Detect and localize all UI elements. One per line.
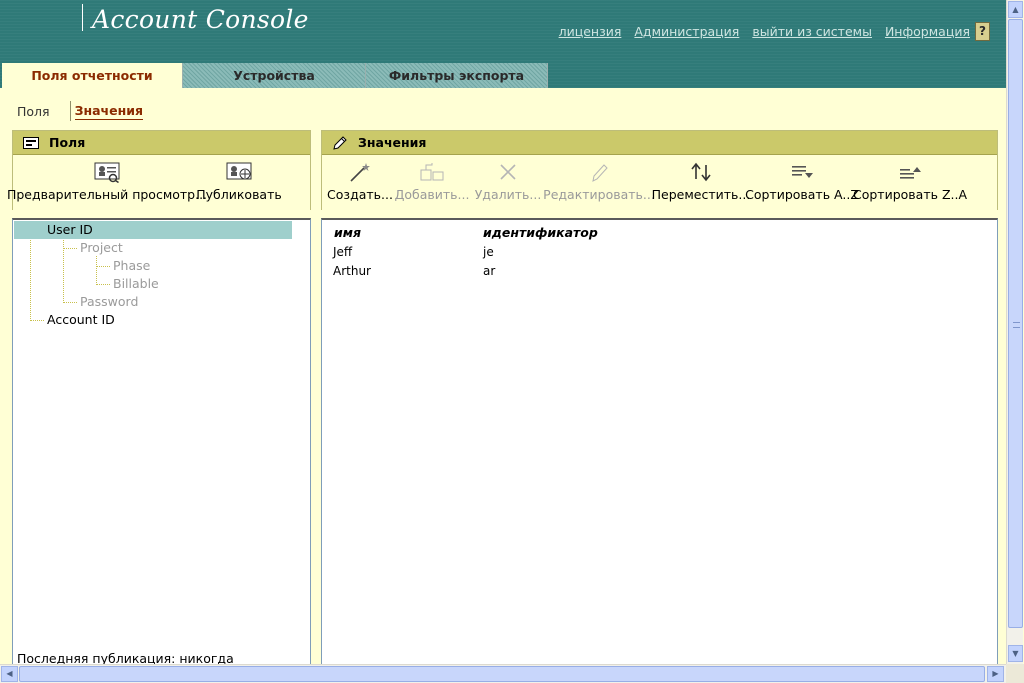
values-panel-title: Значения (358, 135, 427, 150)
add-icon (420, 163, 444, 181)
scroll-left-icon[interactable]: ◀ (1, 666, 18, 682)
cell-name: Jeff (333, 245, 353, 259)
scroll-grip-icon (1013, 322, 1020, 328)
fields-toolbar: Предварительный просмотр... Публиковать (7, 155, 310, 211)
link-logout[interactable]: выйти из системы (752, 24, 872, 39)
publish-button[interactable]: Публиковать (196, 161, 282, 202)
tree-connector (96, 256, 97, 285)
subnav-separator (69, 101, 71, 121)
delete-button[interactable]: Удалить... (472, 161, 544, 202)
tree-node-label: User ID (47, 222, 93, 237)
tree-connector (96, 266, 110, 267)
column-header-identifier[interactable]: идентификатор (483, 225, 598, 240)
tree-node-phase[interactable]: Phase (113, 257, 150, 275)
tree-node-billable[interactable]: Billable (113, 275, 159, 293)
tree-node-label: Project (80, 240, 123, 255)
tree-node-account-id[interactable]: Account ID (47, 311, 115, 329)
tree-node-label: Password (80, 294, 139, 309)
top-links: лицензия Администрация выйти из системы … (559, 24, 970, 39)
preview-label: Предварительный просмотр... (6, 187, 208, 202)
fields-panel: Поля Предварительный просмотр... Публико… (7, 130, 311, 211)
fields-tree: User ID Project Phase Billable Password … (12, 218, 311, 667)
link-license[interactable]: лицензия (559, 24, 622, 39)
link-administration[interactable]: Администрация (634, 24, 739, 39)
tree-node-project[interactable]: Project (80, 239, 123, 257)
tree-connector (63, 248, 77, 249)
pencil-icon (333, 135, 347, 150)
scrollbar-corner (1006, 664, 1024, 683)
column-header-name[interactable]: имя (334, 225, 361, 240)
fields-panel-header: Поля (13, 131, 310, 155)
tab-export-filters[interactable]: Фильтры экспорта (366, 63, 548, 88)
tree-connector (63, 302, 77, 303)
add-button[interactable]: Добавить... (392, 161, 472, 202)
values-table: имя идентификатор Jeff je Arthur ar (321, 218, 998, 667)
values-toolbar: Создать... Добавить... Удалить... Редакт… (322, 155, 997, 211)
tree-node-label: Account ID (47, 312, 115, 327)
tree-connector (30, 320, 44, 321)
preview-icon (94, 162, 120, 183)
sort-asc-button[interactable]: Сортировать A..Z (745, 161, 859, 202)
horizontal-scrollbar[interactable]: ◀ ▶ (0, 664, 1006, 683)
sub-navigation: Поля Значения (17, 101, 143, 121)
delete-label: Удалить... (474, 187, 542, 202)
edit-label: Редактировать... (543, 187, 655, 202)
create-label: Создать... (327, 187, 393, 202)
tree-node-password[interactable]: Password (80, 293, 138, 311)
tree-node-user-id[interactable]: User ID (14, 221, 292, 239)
subnav-values[interactable]: Значения (74, 103, 143, 120)
tree-node-label: Phase (113, 258, 151, 273)
tree-node-label: Billable (113, 276, 159, 291)
scroll-up-icon[interactable]: ▲ (1008, 1, 1023, 18)
scroll-right-icon[interactable]: ▶ (987, 666, 1004, 682)
sort-asc-label: Сортировать A..Z (745, 187, 859, 202)
tab-devices[interactable]: Устройства (183, 63, 366, 88)
edit-button[interactable]: Редактировать... (543, 161, 655, 202)
preview-button[interactable]: Предварительный просмотр... (7, 161, 207, 202)
cell-identifier: ar (483, 264, 496, 278)
fields-panel-icon (23, 136, 39, 149)
values-panel: Значения Создать... Добавить... Удалить.… (321, 130, 998, 211)
app-title: Account Console (92, 5, 309, 34)
main-tabs: Поля отчетности Устройства Фильтры экспо… (2, 63, 548, 88)
create-button[interactable]: Создать... (327, 161, 393, 202)
cell-name: Arthur (333, 264, 371, 278)
move-label: Переместить... (651, 187, 751, 202)
vertical-scrollbar[interactable]: ▲ ▼ (1006, 0, 1023, 664)
help-button[interactable]: ? (975, 22, 990, 41)
sort-desc-button[interactable]: Сортировать Z..A (853, 161, 968, 202)
tab-reporting-fields[interactable]: Поля отчетности (2, 63, 183, 88)
move-button[interactable]: Переместить... (651, 161, 751, 202)
sort-desc-icon (900, 167, 921, 179)
values-panel-header: Значения (322, 131, 997, 155)
add-label: Добавить... (394, 187, 470, 202)
scroll-down-icon[interactable]: ▼ (1008, 645, 1023, 662)
create-icon (350, 163, 370, 182)
title-separator (82, 4, 83, 31)
horizontal-scroll-thumb[interactable] (19, 666, 985, 682)
tree-connector (96, 284, 110, 285)
delete-icon (500, 164, 516, 180)
subnav-fields[interactable]: Поля (17, 104, 50, 119)
vertical-scroll-thumb[interactable] (1008, 19, 1023, 628)
sort-desc-label: Сортировать Z..A (853, 187, 968, 202)
publish-label: Публиковать (196, 187, 282, 202)
link-information[interactable]: Информация (885, 24, 970, 39)
publish-icon (226, 162, 252, 180)
sort-asc-icon (792, 166, 813, 178)
move-icon (691, 162, 711, 182)
edit-icon (592, 164, 608, 182)
cell-identifier: je (483, 245, 494, 259)
fields-panel-title: Поля (49, 135, 86, 150)
